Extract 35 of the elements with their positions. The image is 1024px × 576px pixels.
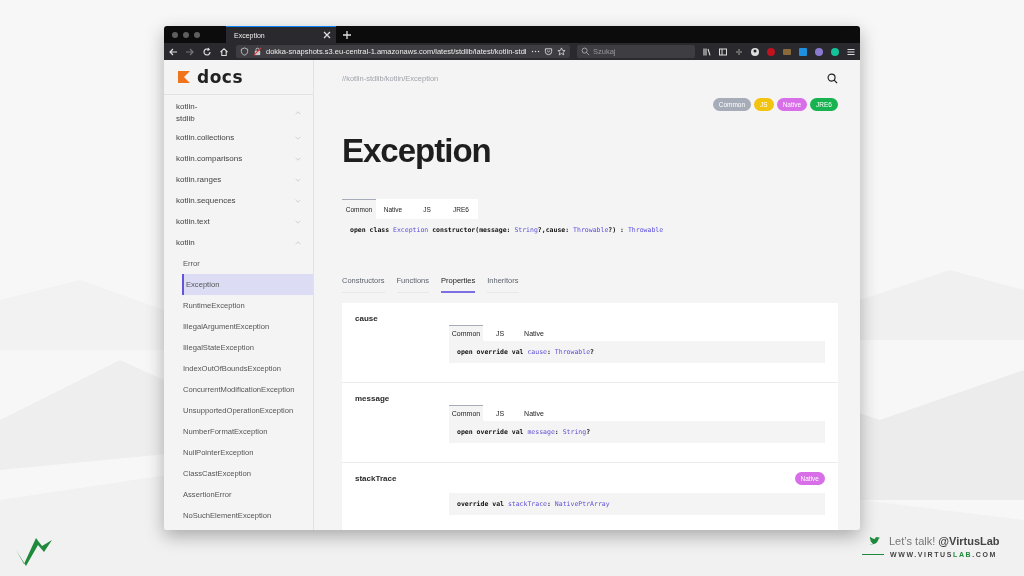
account-icon[interactable] (750, 46, 760, 57)
page-title: Exception (342, 131, 492, 171)
nav-item[interactable]: kotlin.ranges (164, 169, 313, 190)
library-icon[interactable] (702, 46, 712, 57)
property-name[interactable]: cause (355, 313, 378, 323)
property-name[interactable]: stackTrace (355, 473, 397, 483)
nav-item[interactable]: kotlin.sequences (164, 190, 313, 211)
nav-item[interactable]: kotlin.collections (164, 127, 313, 148)
extension-icon[interactable] (798, 46, 808, 57)
extension-icon[interactable] (830, 46, 840, 57)
star-icon[interactable] (557, 47, 566, 56)
sidebar-icon[interactable] (718, 46, 728, 57)
back-icon[interactable] (168, 46, 178, 57)
logo-text: docs (197, 68, 244, 86)
pocket-icon[interactable] (544, 47, 553, 56)
contact-text: Let’s talk! @VirtusLab (889, 535, 1000, 547)
new-tab-icon[interactable] (342, 29, 352, 40)
extension-icon[interactable] (782, 46, 792, 57)
search-icon[interactable] (827, 72, 838, 84)
nav-item[interactable]: kotlin.comparisons (164, 148, 313, 169)
menu-icon[interactable] (846, 46, 856, 57)
home-icon[interactable] (219, 46, 229, 57)
property-name[interactable]: message (355, 393, 390, 403)
reload-icon[interactable] (202, 46, 212, 57)
forward-icon[interactable] (185, 46, 195, 57)
close-icon[interactable] (322, 30, 332, 40)
puzzle-icon[interactable] (734, 46, 744, 57)
extension-icon[interactable] (814, 46, 824, 57)
shield-icon[interactable] (240, 47, 249, 56)
logo-icon (178, 71, 190, 83)
nav-item[interactable]: kotlin (164, 232, 313, 253)
nav-item[interactable]: kotlin.text (164, 211, 313, 232)
lock-icon (253, 47, 262, 56)
nav-item[interactable]: kotlin-stdlib (164, 99, 313, 127)
bird-icon (868, 536, 881, 546)
